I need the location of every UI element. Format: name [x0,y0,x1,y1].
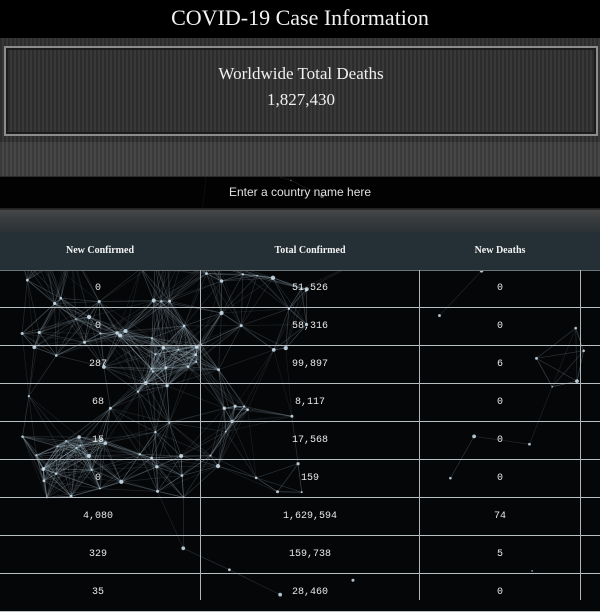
table-row[interactable]: 3528,4600 [0,574,600,612]
cell-total-confirmed: 51,526 [205,270,415,307]
cell-new-confirmed: 0 [0,460,196,497]
column-header-new-confirmed[interactable]: New Confirmed [0,232,200,270]
cell-total-confirmed: 58,316 [205,308,415,345]
cell-new-deaths: 0 [421,574,579,611]
cell-new-deaths: 6 [421,346,579,383]
page-title: COVID-19 Case Information [0,0,600,38]
stat-label: Worldwide Total Deaths [6,64,596,84]
table-row[interactable]: 01590 [0,460,600,498]
column-divider [419,270,420,600]
cell-new-deaths: 0 [421,460,579,497]
cell-new-deaths: 0 [421,308,579,345]
column-divider [580,270,581,600]
search-bar [0,176,600,210]
cell-new-confirmed: 15 [0,422,196,459]
case-table-body: 051,5260058,316028799,8976688,11701517,5… [0,270,600,600]
table-row[interactable]: 058,3160 [0,308,600,346]
cell-new-confirmed: 35 [0,574,196,611]
stat-value: 1,827,430 [6,90,596,110]
divider-band [0,142,600,176]
table-header: New Confirmed Total Confirmed New Deaths [0,232,600,271]
column-header-new-deaths[interactable]: New Deaths [420,232,580,270]
worldwide-deaths-card: Worldwide Total Deaths 1,827,430 [4,46,598,136]
cell-new-deaths: 74 [421,498,579,535]
cell-new-deaths: 5 [421,536,579,573]
cell-new-deaths: 0 [421,384,579,421]
table-row[interactable]: 4,0801,629,59474 [0,498,600,536]
column-header-total-confirmed[interactable]: Total Confirmed [210,232,410,270]
country-search-input[interactable] [0,177,600,207]
table-row[interactable]: 28799,8976 [0,346,600,384]
cell-total-confirmed: 1,629,594 [205,498,415,535]
cell-new-confirmed: 0 [0,270,196,307]
table-row[interactable]: 329159,7385 [0,536,600,574]
divider-band-lower [0,208,600,232]
cell-new-deaths: 0 [421,422,579,459]
cell-new-confirmed: 329 [0,536,196,573]
column-divider [200,270,201,600]
table-row[interactable]: 688,1170 [0,384,600,422]
cell-total-confirmed: 8,117 [205,384,415,421]
cell-new-confirmed: 0 [0,308,196,345]
cell-new-confirmed: 68 [0,384,196,421]
cell-total-confirmed: 159 [205,460,415,497]
cell-total-confirmed: 28,460 [205,574,415,611]
table-row[interactable]: 1517,5680 [0,422,600,460]
cell-total-confirmed: 99,897 [205,346,415,383]
cell-new-confirmed: 287 [0,346,196,383]
cell-total-confirmed: 159,738 [205,536,415,573]
cell-new-confirmed: 4,080 [0,498,196,535]
cell-new-deaths: 0 [421,270,579,307]
cell-total-confirmed: 17,568 [205,422,415,459]
table-row[interactable]: 051,5260 [0,270,600,308]
